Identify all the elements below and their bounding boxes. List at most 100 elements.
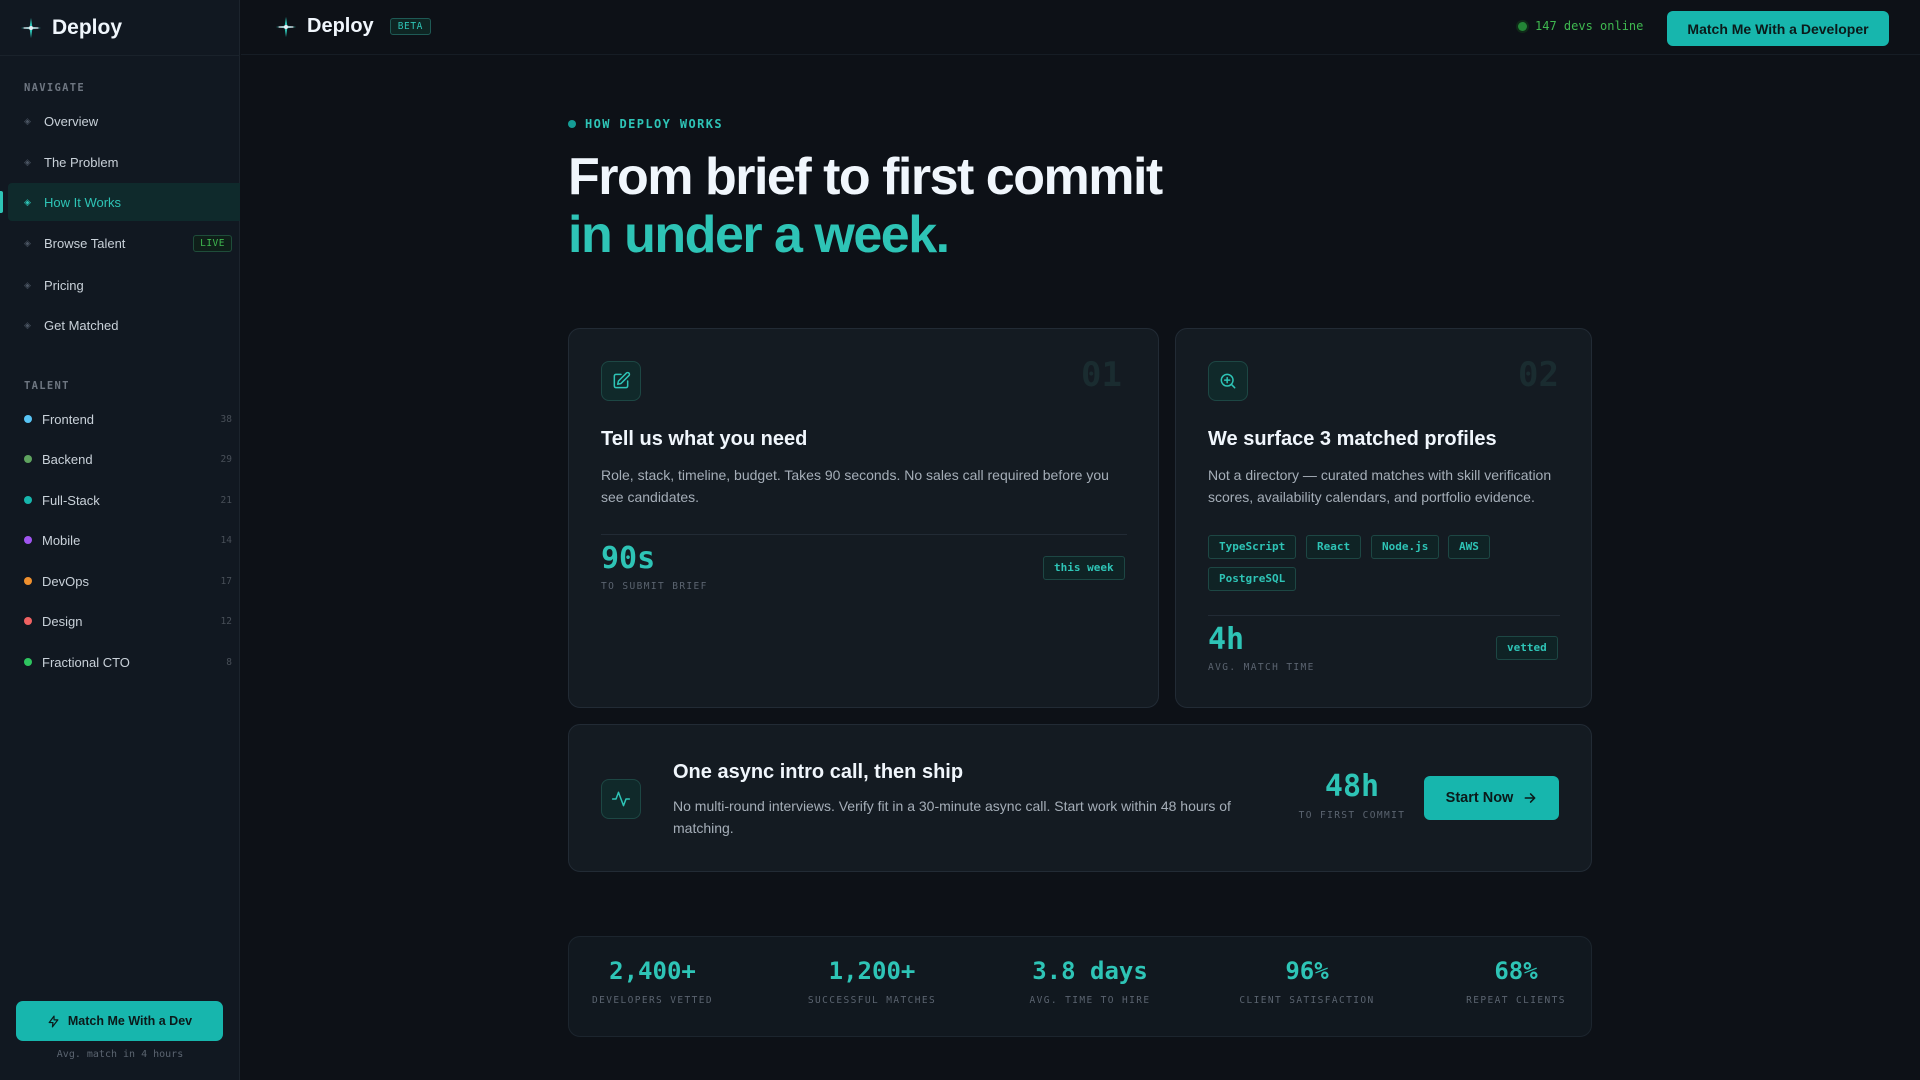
- status-dot: [24, 496, 32, 504]
- talent-count: 12: [220, 615, 232, 627]
- diamond-icon: ◈: [24, 115, 31, 126]
- skill-tag: React: [1306, 535, 1362, 559]
- divider: [0, 55, 240, 56]
- brand-name: Deploy: [307, 15, 374, 37]
- eyebrow-dot-icon: [568, 120, 576, 128]
- online-dot-icon: [1518, 21, 1527, 31]
- status-pill: this week: [1043, 556, 1125, 580]
- status-pill: vetted: [1496, 636, 1558, 660]
- sidebar-item-browse-talent[interactable]: ◈ Browse Talent LIVE: [8, 224, 240, 262]
- sidebar-item-pricing[interactable]: ◈ Pricing: [8, 266, 240, 304]
- stat-value: 4h: [1208, 622, 1245, 657]
- stat-developers-vetted: 2,400+ DEVELOPERS VETTED: [585, 957, 720, 1006]
- talent-item-design[interactable]: Design 12: [24, 606, 232, 636]
- talent-item-frontend[interactable]: Frontend 38: [24, 404, 232, 434]
- eyebrow-text: HOW DEPLOY WORKS: [585, 117, 723, 131]
- talent-label: DevOps: [42, 573, 89, 589]
- diamond-icon: ◈: [24, 196, 31, 207]
- sidebar-item-label: The Problem: [44, 154, 119, 170]
- section-title-talent: TALENT: [24, 380, 70, 392]
- talent-label: Full-Stack: [42, 492, 100, 508]
- online-indicator: 147 devs online: [1518, 19, 1643, 33]
- stat-label: TO FIRST COMMIT: [1298, 810, 1406, 821]
- status-dot: [24, 658, 32, 666]
- stat-avg-time-to-hire: 3.8 days AVG. TIME TO HIRE: [1020, 957, 1160, 1006]
- stat-value: 96%: [1285, 957, 1329, 985]
- talent-label: Backend: [42, 451, 93, 467]
- section-title-navigate: NAVIGATE: [24, 82, 85, 94]
- search-icon: [1208, 361, 1248, 401]
- talent-item-devops[interactable]: DevOps 17: [24, 566, 232, 596]
- stat-value: 90s: [601, 541, 656, 576]
- match-me-with-a-dev-button[interactable]: Match Me With a Dev: [16, 1001, 223, 1041]
- skill-tag: PostgreSQL: [1208, 567, 1297, 591]
- stat-label: CLIENT SATISFACTION: [1239, 995, 1375, 1006]
- stat-label: REPEAT CLIENTS: [1466, 995, 1566, 1006]
- eyebrow: HOW DEPLOY WORKS: [568, 117, 723, 131]
- card-description: No multi-round interviews. Verify fit in…: [673, 798, 1231, 836]
- status-dot: [24, 455, 32, 463]
- stat-label: SUCCESSFUL MATCHES: [807, 995, 937, 1006]
- diamond-icon: ◈: [24, 279, 31, 290]
- sidebar-item-label: Overview: [44, 113, 99, 129]
- match-note: Avg. match in 4 hours: [56, 1049, 184, 1060]
- active-indicator: [0, 191, 3, 213]
- skill-tag: AWS: [1448, 535, 1490, 559]
- stat-value: 48h: [1324, 769, 1380, 804]
- arrow-right-icon: [1524, 793, 1536, 803]
- talent-item-fractional-cto[interactable]: Fractional CTO 8: [24, 647, 232, 677]
- sidebar-item-label: Pricing: [44, 277, 84, 293]
- skill-tag: Node.js: [1371, 535, 1440, 559]
- divider: [601, 534, 1127, 535]
- talent-label: Mobile: [42, 532, 81, 548]
- stat-label: DEVELOPERS VETTED: [591, 995, 714, 1006]
- stat-value: 1,200+: [828, 957, 916, 985]
- stat-successful-matches: 1,200+ SUCCESSFUL MATCHES: [802, 957, 942, 1006]
- page-title: From brief to first commit: [568, 148, 1163, 206]
- stat-value: 68%: [1494, 957, 1538, 985]
- step-number: 02: [1518, 355, 1559, 395]
- card-title: Tell us what you need: [601, 428, 808, 450]
- edit-icon: [601, 361, 641, 401]
- talent-item-backend[interactable]: Backend 29: [24, 444, 232, 474]
- talent-item-full-stack[interactable]: Full-Stack 21: [24, 485, 232, 515]
- step-card-2: 02 We surface 3 matched profiles Not a d…: [1175, 328, 1592, 708]
- card-description: Role, stack, timeline, budget. Takes 90 …: [601, 467, 1109, 505]
- card-description: Not a directory — curated matches with s…: [1208, 467, 1552, 505]
- sidebar-item-the-problem[interactable]: ◈ The Problem: [8, 143, 240, 181]
- start-now-button[interactable]: Start Now: [1424, 776, 1559, 820]
- sidebar-item-label: Browse Talent: [44, 235, 126, 251]
- match-me-with-a-developer-button[interactable]: Match Me With a Developer: [1667, 11, 1889, 46]
- talent-count: 38: [220, 413, 232, 425]
- page-title-accent: in under a week.: [568, 206, 950, 264]
- topbar-brand[interactable]: Deploy BETA: [275, 15, 431, 38]
- talent-item-mobile[interactable]: Mobile 14: [24, 525, 232, 555]
- diamond-icon: ◈: [24, 156, 31, 167]
- divider: [1208, 615, 1560, 616]
- sidebar: Deploy NAVIGATE ◈ Overview ◈ The Problem…: [0, 0, 240, 1080]
- activity-icon: [601, 779, 641, 819]
- online-text: 147 devs online: [1535, 19, 1644, 33]
- skill-tag: TypeScript: [1208, 535, 1297, 559]
- card-title: We surface 3 matched profiles: [1208, 428, 1497, 450]
- logo-icon: [275, 16, 297, 37]
- talent-count: 29: [220, 453, 232, 465]
- stat-label: TO SUBMIT BRIEF: [601, 581, 708, 592]
- talent-label: Frontend: [42, 411, 95, 427]
- sidebar-item-overview[interactable]: ◈ Overview: [8, 102, 240, 140]
- status-dot: [24, 415, 32, 423]
- talent-count: 17: [220, 575, 232, 587]
- sidebar-brand[interactable]: Deploy: [20, 16, 122, 40]
- topbar: Deploy BETA 147 devs online Match Me Wit…: [241, 0, 1920, 55]
- sidebar-item-how-it-works[interactable]: ◈ How It Works: [8, 183, 240, 221]
- talent-count: 8: [226, 656, 232, 668]
- talent-count: 21: [220, 494, 232, 506]
- beta-badge: BETA: [389, 18, 431, 35]
- card-title: One async intro call, then ship: [673, 761, 964, 783]
- stat-value: 3.8 days: [1032, 957, 1148, 985]
- talent-label: Fractional CTO: [42, 654, 130, 670]
- sidebar-item-get-matched[interactable]: ◈ Get Matched: [8, 306, 240, 344]
- stat-label: AVG. TIME TO HIRE: [1029, 995, 1151, 1006]
- talent-label: Design: [42, 613, 83, 629]
- stat-label: AVG. MATCH TIME: [1208, 662, 1315, 673]
